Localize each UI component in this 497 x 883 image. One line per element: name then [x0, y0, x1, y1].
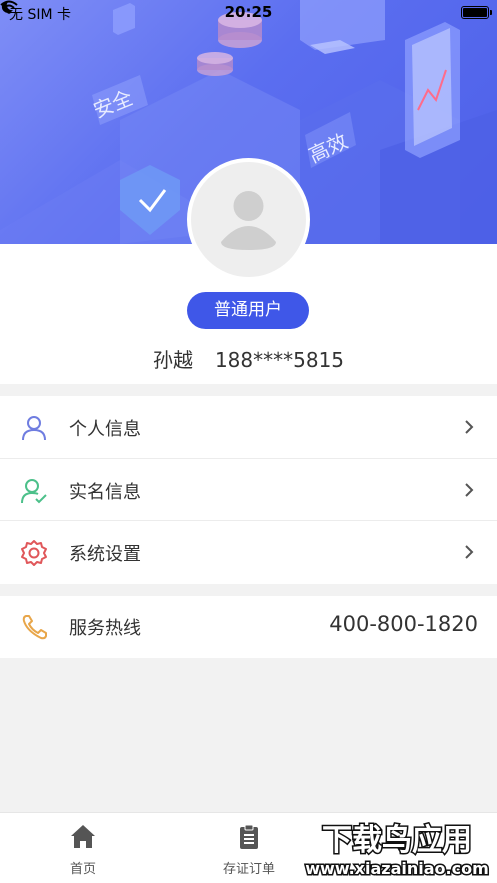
user-name: 孙越	[152, 348, 193, 372]
user-verified-icon	[21, 478, 47, 503]
avatar-placeholder-icon	[221, 191, 276, 250]
service-hotline-row[interactable]: 服务热线 400-800-1820	[0, 596, 497, 658]
watermark-text: 下载鸟应用	[322, 823, 472, 858]
menu-item-system-settings[interactable]: 系统设置	[0, 521, 497, 584]
chevron-right-icon	[465, 545, 474, 559]
service-label: 服务热线	[69, 618, 141, 639]
avatar[interactable]	[187, 158, 310, 281]
menu-item-label: 系统设置	[69, 544, 141, 565]
user-phone: 188****5815	[214, 348, 345, 372]
watermark-logo: 下载鸟应用 www.xiazainiao.com	[304, 822, 490, 880]
menu-item-label: 个人信息	[69, 419, 141, 440]
user-icon	[22, 416, 46, 441]
user-info: 孙越 188****5815	[0, 344, 497, 373]
chevron-right-icon	[465, 482, 474, 497]
status-time: 20:25	[224, 3, 273, 21]
service-phone-number[interactable]: 400-800-1820	[329, 612, 478, 636]
gear-icon	[21, 540, 47, 566]
settings-menu: 个人信息 实名信息 系统设置	[0, 396, 497, 584]
tab-label: 首页	[69, 862, 96, 877]
menu-item-personal-info[interactable]: 个人信息	[0, 396, 497, 459]
watermark-url: www.xiazainiao.com	[305, 859, 488, 878]
status-bar: 无 SIM 卡 20:25	[0, 0, 497, 26]
clipboard-icon	[240, 824, 258, 849]
tab-home[interactable]: 首页	[0, 813, 166, 883]
menu-item-label: 实名信息	[69, 481, 141, 503]
user-type-badge: 普通用户	[187, 292, 309, 329]
phone-icon	[22, 615, 47, 640]
menu-item-real-name-info[interactable]: 实名信息	[0, 459, 497, 521]
moon-icon	[1, 0, 13, 13]
battery-icon	[461, 6, 492, 19]
home-icon	[71, 825, 95, 848]
chevron-right-icon	[465, 420, 474, 434]
